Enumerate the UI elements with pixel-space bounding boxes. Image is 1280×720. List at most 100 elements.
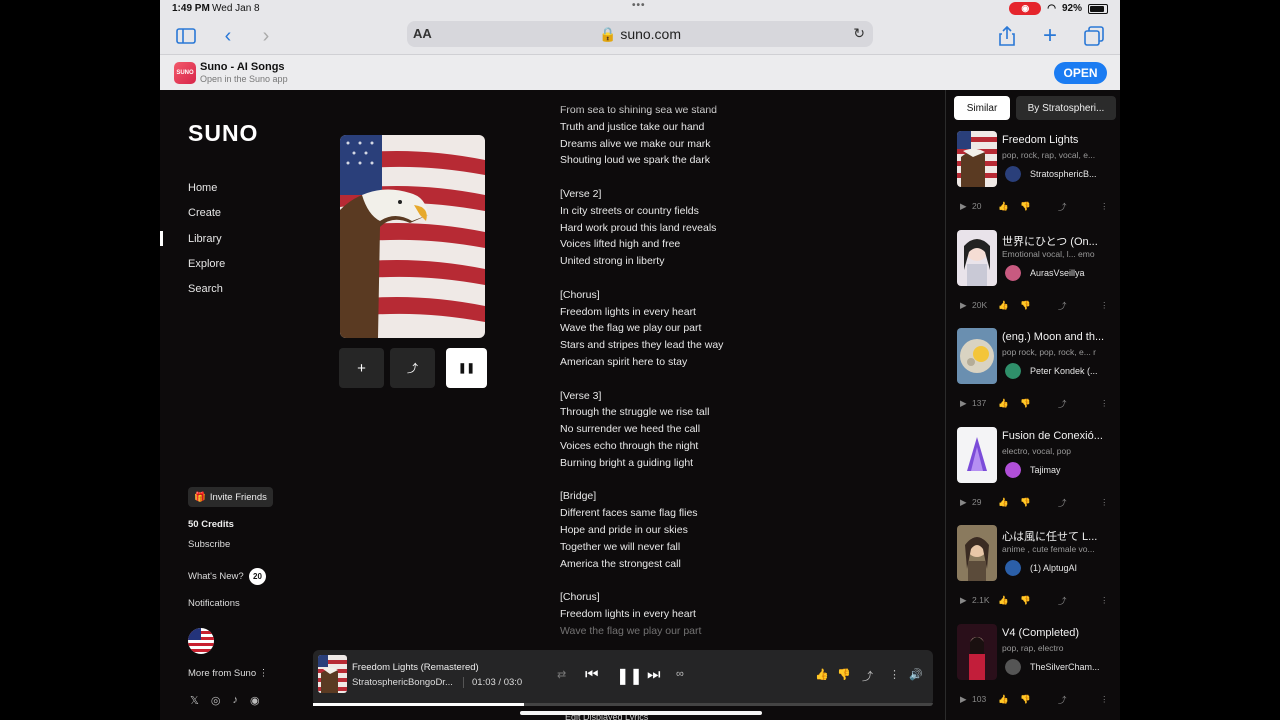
tiktok-icon[interactable]: ♪ <box>232 694 238 707</box>
share-icon[interactable]: ⤴ <box>1058 300 1067 312</box>
more-from-suno-link[interactable]: More from Suno ⋮ <box>188 668 268 679</box>
loop-icon[interactable]: ∞ <box>676 668 684 680</box>
related-song[interactable]: 世界にひとつ (On... Emotional vocal, l... emo Au… <box>946 229 1120 328</box>
whats-new-link[interactable]: What's New? <box>188 571 244 582</box>
open-app-button[interactable]: OPEN <box>1054 62 1107 84</box>
play-icon[interactable]: ▶ <box>960 201 967 212</box>
more-options-icon[interactable]: ⋮ <box>889 668 900 681</box>
like-icon[interactable]: 👍 <box>998 595 1009 606</box>
nav-item-search[interactable]: Search <box>188 281 225 306</box>
pause-icon[interactable]: ❚❚ <box>616 666 643 686</box>
like-icon[interactable]: 👍 <box>998 497 1009 508</box>
like-icon[interactable]: 👍 <box>998 201 1009 212</box>
shuffle-icon[interactable]: ⇄ <box>557 668 566 681</box>
discord-icon[interactable]: ◉ <box>250 694 260 707</box>
related-song[interactable]: 心は風に任せて L... anime , cute female vo... (1)… <box>946 525 1120 623</box>
song-artist[interactable]: AurasVseillya <box>1030 268 1118 278</box>
song-artist[interactable]: StratosphericB... <box>1030 169 1118 179</box>
share-icon[interactable]: ⤴ <box>1058 201 1067 213</box>
artist-avatar[interactable] <box>1005 264 1021 281</box>
tabs-overview-icon[interactable] <box>1082 24 1106 48</box>
share-icon[interactable]: ⤴ <box>1058 595 1067 607</box>
subscribe-link[interactable]: Subscribe <box>188 539 230 550</box>
song-title[interactable]: 世界にひとつ (On... <box>1002 233 1118 249</box>
dislike-icon[interactable]: 👎 <box>1020 300 1031 311</box>
song-thumbnail[interactable] <box>957 623 997 680</box>
x-icon[interactable]: 𝕏 <box>190 694 199 707</box>
volume-icon[interactable]: 🔊 <box>909 668 923 681</box>
more-options-icon[interactable]: ⋮ <box>1100 595 1109 606</box>
song-artist[interactable]: Tajimay <box>1030 465 1118 475</box>
nav-item-explore[interactable]: Explore <box>188 256 225 281</box>
more-options-icon[interactable]: ⋮ <box>1100 694 1109 705</box>
share-icon[interactable] <box>995 24 1019 48</box>
song-thumbnail[interactable] <box>957 131 997 187</box>
new-tab-icon[interactable]: + <box>1038 22 1062 49</box>
more-options-icon[interactable]: ⋮ <box>1100 497 1109 508</box>
share-song-button[interactable]: ⤴ <box>390 348 435 388</box>
share-icon[interactable]: ⤴ <box>1058 694 1067 706</box>
song-artist[interactable]: (1) AlptugAI <box>1030 563 1118 573</box>
reload-icon[interactable]: ↻ <box>853 25 865 42</box>
artist-avatar[interactable] <box>1005 363 1021 379</box>
pause-song-button[interactable]: ❚❚ <box>446 348 487 388</box>
user-avatar[interactable] <box>188 628 214 654</box>
related-song[interactable]: V4 (Completed) pop, rap, electro TheSilver… <box>946 623 1120 720</box>
like-icon[interactable]: 👍 <box>998 398 1009 409</box>
artist-avatar[interactable] <box>1005 461 1021 478</box>
play-icon[interactable]: ▶ <box>960 398 967 409</box>
dislike-icon[interactable]: 👎 <box>1020 398 1031 409</box>
tab-by-artist[interactable]: By Stratospheri... <box>1016 96 1116 120</box>
like-icon[interactable]: 👍 <box>815 668 829 681</box>
multitask-dots-icon[interactable]: ••• <box>632 0 646 11</box>
like-icon[interactable]: 👍 <box>998 300 1009 311</box>
sidebar-toggle-icon[interactable] <box>174 24 198 48</box>
artist-avatar[interactable] <box>1005 658 1021 675</box>
related-song[interactable]: Fusion de Conexió... electro, vocal, pop T… <box>946 426 1120 525</box>
more-options-icon[interactable]: ⋮ <box>1100 300 1109 311</box>
play-icon[interactable]: ▶ <box>960 694 967 705</box>
notifications-link[interactable]: Notifications <box>188 598 240 609</box>
player-progress[interactable] <box>313 703 933 706</box>
artist-avatar[interactable] <box>1005 560 1021 576</box>
dislike-icon[interactable]: 👎 <box>1020 595 1031 606</box>
invite-friends-button[interactable]: 🎁 Invite Friends <box>188 487 273 507</box>
url-bar[interactable]: AA 🔒 suno.com ↻ <box>407 21 873 47</box>
song-title[interactable]: (eng.) Moon and th... <box>1002 331 1118 343</box>
more-options-icon[interactable]: ⋮ <box>1100 201 1109 212</box>
related-song[interactable]: Freedom Lights pop, rock, rap, vocal, e..… <box>946 131 1120 229</box>
next-track-icon[interactable]: ⏭ <box>647 666 661 683</box>
dislike-icon[interactable]: 👎 <box>1020 497 1031 508</box>
song-title[interactable]: Fusion de Conexió... <box>1002 430 1118 442</box>
song-title[interactable]: V4 (Completed) <box>1002 627 1118 639</box>
player-artist[interactable]: StratosphericBongoDr... <box>352 677 460 688</box>
nav-item-home[interactable]: Home <box>188 180 225 205</box>
song-thumbnail[interactable] <box>957 525 997 581</box>
song-title[interactable]: Freedom Lights <box>1002 134 1118 146</box>
song-artist[interactable]: TheSilverCham... <box>1030 662 1118 672</box>
share-icon[interactable]: ⤴ <box>862 668 873 684</box>
nav-item-create[interactable]: Create <box>188 205 225 230</box>
artist-avatar[interactable] <box>1005 166 1021 182</box>
dislike-icon[interactable]: 👎 <box>1020 694 1031 705</box>
like-icon[interactable]: 👍 <box>998 694 1009 705</box>
play-icon[interactable]: ▶ <box>960 497 967 508</box>
instagram-icon[interactable]: ◎ <box>211 694 221 707</box>
song-artist[interactable]: Peter Kondek (... <box>1030 366 1118 376</box>
play-icon[interactable]: ▶ <box>960 300 967 311</box>
song-thumbnail[interactable] <box>957 328 997 384</box>
tab-similar[interactable]: Similar <box>954 96 1010 120</box>
player-thumbnail[interactable] <box>318 655 347 693</box>
share-icon[interactable]: ⤴ <box>1058 398 1067 410</box>
share-icon[interactable]: ⤴ <box>1058 497 1067 509</box>
song-thumbnail[interactable] <box>957 229 997 286</box>
back-icon[interactable]: ‹ <box>216 24 240 48</box>
suno-logo[interactable]: SUNO <box>188 120 258 147</box>
forward-icon[interactable]: › <box>254 24 278 48</box>
add-to-playlist-button[interactable]: + <box>339 348 384 388</box>
more-options-icon[interactable]: ⋮ <box>1100 398 1109 409</box>
player-title[interactable]: Freedom Lights (Remastered) <box>352 662 479 673</box>
song-title[interactable]: 心は風に任せて L... <box>1002 528 1118 544</box>
dislike-icon[interactable]: 👎 <box>837 668 851 681</box>
play-icon[interactable]: ▶ <box>960 595 967 606</box>
